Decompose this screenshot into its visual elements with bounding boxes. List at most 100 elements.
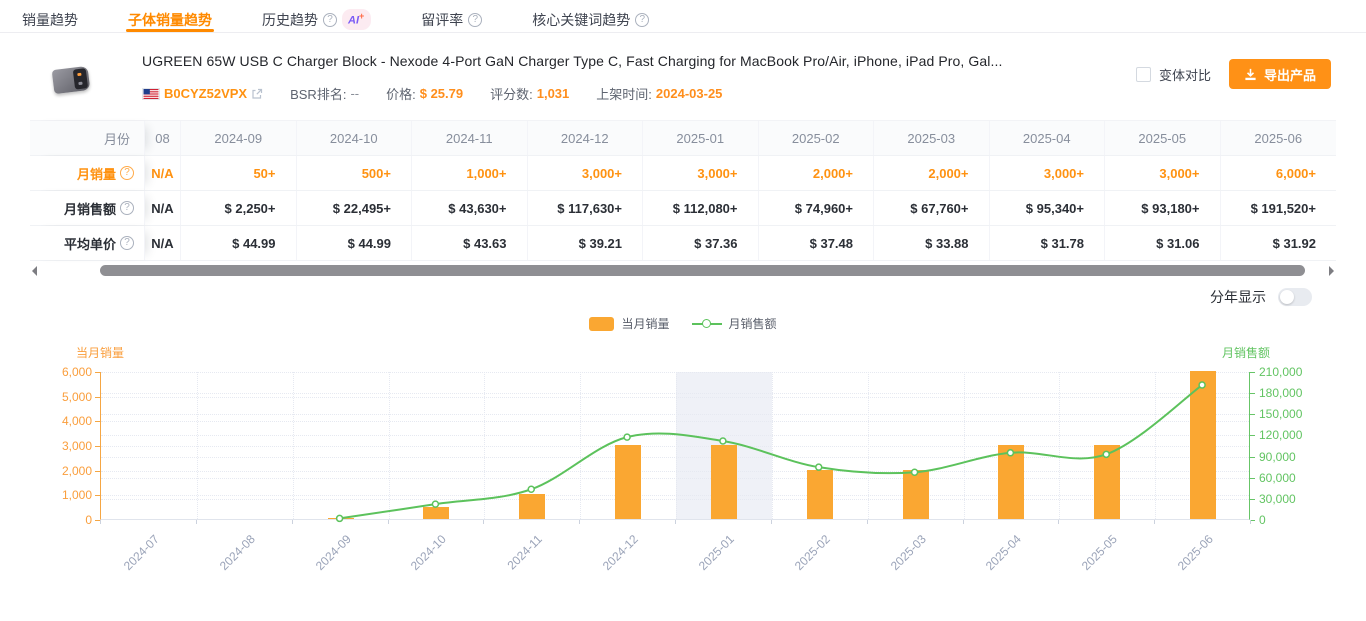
x-axis-label-2024-08: 2024-08 [193, 532, 258, 597]
tab-help-icon[interactable]: ? [323, 13, 337, 27]
cell-average-price: $ 39.21 [528, 226, 644, 260]
x-tick-mark [1058, 520, 1059, 524]
left-axis-tick: 1,000 [0, 489, 92, 501]
x-tick-mark [675, 520, 676, 524]
x-tick-mark [579, 520, 580, 524]
tab-help-icon[interactable]: ? [468, 13, 482, 27]
cell-monthly-sales: 3,000+ [990, 156, 1106, 190]
legend-item-monthly-sales[interactable]: 当月销量 [589, 315, 669, 332]
cell-monthly-revenue: $ 22,495+ [297, 191, 413, 225]
cell-average-price: $ 43.63 [412, 226, 528, 260]
row-help-icon[interactable]: ? [120, 166, 134, 180]
row-label-average-price: 平均单价? [30, 226, 145, 260]
cell-monthly-sales: 2,000+ [874, 156, 990, 190]
cell-monthly-revenue: $ 2,250+ [181, 191, 297, 225]
sales-trend-chart: 当月销量月销售额01,0002,0003,0004,0005,0006,0000… [0, 342, 1366, 594]
variant-compare-label[interactable]: 变体对比 [1159, 65, 1211, 84]
tab-label: 历史趋势 [262, 10, 318, 30]
x-tick-mark [867, 520, 868, 524]
scrollbar-left-arrow[interactable] [32, 266, 37, 276]
price-label: 价格: [386, 84, 416, 103]
line-point-2025-02[interactable] [816, 464, 822, 470]
tab-core-keyword-trend[interactable]: 核心关键词趋势? [530, 0, 651, 32]
ai-badge[interactable]: AI+ [342, 9, 371, 30]
right-tick-mark [1250, 457, 1255, 458]
row-help-icon[interactable]: ? [120, 236, 134, 250]
cell-average-price: $ 37.48 [759, 226, 875, 260]
cell-average-price: $ 44.99 [297, 226, 413, 260]
column-header: 2024-12 [528, 121, 644, 155]
table-row-average-price: 平均单价?N/A$ 44.99$ 44.99$ 43.63$ 39.21$ 37… [30, 226, 1336, 261]
tab-label: 子体销量趋势 [128, 10, 212, 30]
x-axis-label-2025-06: 2025-06 [1151, 532, 1216, 597]
year-display-label: 分年显示 [1210, 287, 1266, 307]
tab-sales-trend[interactable]: 销量趋势 [20, 0, 80, 32]
tab-bar: 销量趋势 子体销量趋势 历史趋势? AI+ 留评率? 核心关键词趋势? [0, 0, 1366, 33]
scrollbar-right-arrow[interactable] [1329, 266, 1334, 276]
tab-review-rate[interactable]: 留评率? [419, 0, 484, 32]
left-axis-title: 当月销量 [76, 344, 124, 361]
left-tick-mark [95, 421, 100, 422]
charger-illustration [52, 66, 91, 94]
left-tick-mark [95, 372, 100, 373]
line-point-2025-01[interactable] [720, 438, 726, 444]
left-axis-tick: 3,000 [0, 440, 92, 452]
x-axis-label-2025-03: 2025-03 [863, 532, 928, 597]
line-point-2024-10[interactable] [432, 501, 438, 507]
product-title: UGREEN 65W USB C Charger Block - Nexode … [142, 53, 1136, 69]
line-point-2025-06[interactable] [1199, 382, 1205, 388]
column-header: 2025-04 [990, 121, 1106, 155]
line-point-2024-12[interactable] [624, 434, 630, 440]
x-axis-label-2024-10: 2024-10 [384, 532, 449, 597]
cell-monthly-sales: 500+ [297, 156, 413, 190]
tab-help-icon[interactable]: ? [635, 13, 649, 27]
left-axis-tick: 6,000 [0, 366, 92, 378]
right-axis-tick: 0 [1259, 514, 1266, 526]
left-axis-tick: 4,000 [0, 415, 92, 427]
left-tick-mark [95, 495, 100, 496]
right-tick-mark [1250, 372, 1255, 373]
product-image[interactable] [48, 57, 94, 103]
line-point-2024-11[interactable] [528, 486, 534, 492]
tab-variant-sales-trend[interactable]: 子体销量趋势 [126, 0, 214, 32]
year-display-toggle[interactable] [1278, 288, 1312, 306]
left-tick-mark [95, 397, 100, 398]
cell-average-price: $ 37.36 [643, 226, 759, 260]
right-axis-tick: 60,000 [1259, 472, 1296, 484]
legend-item-monthly-revenue[interactable]: 月销售额 [692, 315, 777, 332]
x-tick-mark [1250, 520, 1251, 524]
x-axis-label-2025-04: 2025-04 [959, 532, 1024, 597]
tab-history-trend[interactable]: 历史趋势? AI+ [260, 0, 373, 32]
row-help-icon[interactable]: ? [120, 201, 134, 215]
cell-monthly-revenue: $ 117,630+ [528, 191, 644, 225]
rating-count-value: 1,031 [537, 86, 570, 101]
asin-link[interactable]: B0CYZ52VPX [164, 86, 247, 101]
x-tick-mark [292, 520, 293, 524]
x-axis-label-2025-05: 2025-05 [1055, 532, 1120, 597]
cell-monthly-revenue: $ 95,340+ [990, 191, 1106, 225]
right-tick-mark [1250, 435, 1255, 436]
bsr-label: BSR排名: [290, 84, 346, 103]
column-header: 2025-02 [759, 121, 875, 155]
right-axis-title: 月销售额 [1222, 344, 1270, 361]
bsr-value: -- [350, 86, 359, 101]
left-axis-tick: 2,000 [0, 465, 92, 477]
chart-legend: 当月销量 月销售额 [0, 315, 1366, 332]
right-axis-tick: 150,000 [1259, 408, 1302, 420]
line-point-2025-05[interactable] [1103, 451, 1109, 457]
scrollbar-thumb[interactable] [100, 265, 1305, 276]
export-product-button[interactable]: 导出产品 [1229, 59, 1331, 89]
line-point-2025-03[interactable] [912, 469, 918, 475]
right-tick-mark [1250, 393, 1255, 394]
line-point-2024-09[interactable] [337, 515, 343, 521]
x-axis-label-2025-01: 2025-01 [672, 532, 737, 597]
table-h-scrollbar[interactable] [30, 264, 1336, 277]
x-axis-label-2024-07: 2024-07 [97, 532, 162, 597]
line-point-2025-04[interactable] [1007, 450, 1013, 456]
external-link-icon[interactable] [251, 88, 263, 100]
variant-compare-checkbox[interactable] [1136, 67, 1151, 82]
x-axis-label-2024-09: 2024-09 [288, 532, 353, 597]
table-row-monthly-sales: 月销量?N/A50+500+1,000+3,000+3,000+2,000+2,… [30, 156, 1336, 191]
right-axis-tick: 210,000 [1259, 366, 1302, 378]
product-header: UGREEN 65W USB C Charger Block - Nexode … [0, 33, 1366, 103]
